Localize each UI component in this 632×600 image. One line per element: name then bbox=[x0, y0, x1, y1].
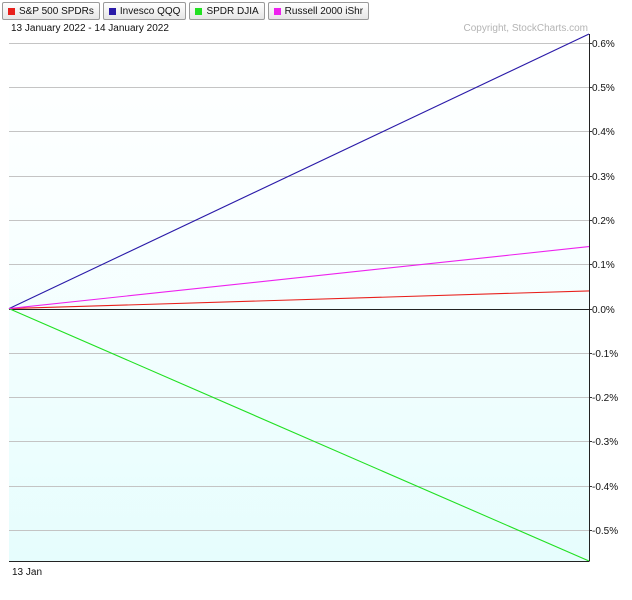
y-tick-label: 0.4% bbox=[592, 127, 615, 138]
y-tick-label: -0.2% bbox=[592, 393, 618, 404]
y-axis-labels: 0.6% 0.5% 0.4% 0.3% 0.2% 0.1% 0.0% -0.1% -0.2% -0… bbox=[592, 39, 618, 537]
plot-area bbox=[9, 34, 589, 561]
y-tick-label: -0.4% bbox=[592, 482, 618, 493]
y-tick-label: 0.1% bbox=[592, 260, 615, 271]
y-tick-label: 0.3% bbox=[592, 172, 615, 183]
y-tick-label: 0.6% bbox=[592, 39, 615, 50]
y-tick-label: 0.5% bbox=[592, 83, 615, 94]
y-tick-label: -0.5% bbox=[592, 526, 618, 537]
y-tick-label: -0.3% bbox=[592, 437, 618, 448]
x-tick-label: 13 Jan bbox=[12, 567, 42, 578]
y-tick-label: 0.0% bbox=[592, 305, 615, 316]
y-tick-label: -0.1% bbox=[592, 349, 618, 360]
performance-chart: 0.6% 0.5% 0.4% 0.3% 0.2% 0.1% 0.0% -0.1% -0.2% -0… bbox=[8, 33, 618, 578]
x-axis-labels: 13 Jan bbox=[12, 567, 42, 578]
y-tick-label: 0.2% bbox=[592, 216, 615, 227]
